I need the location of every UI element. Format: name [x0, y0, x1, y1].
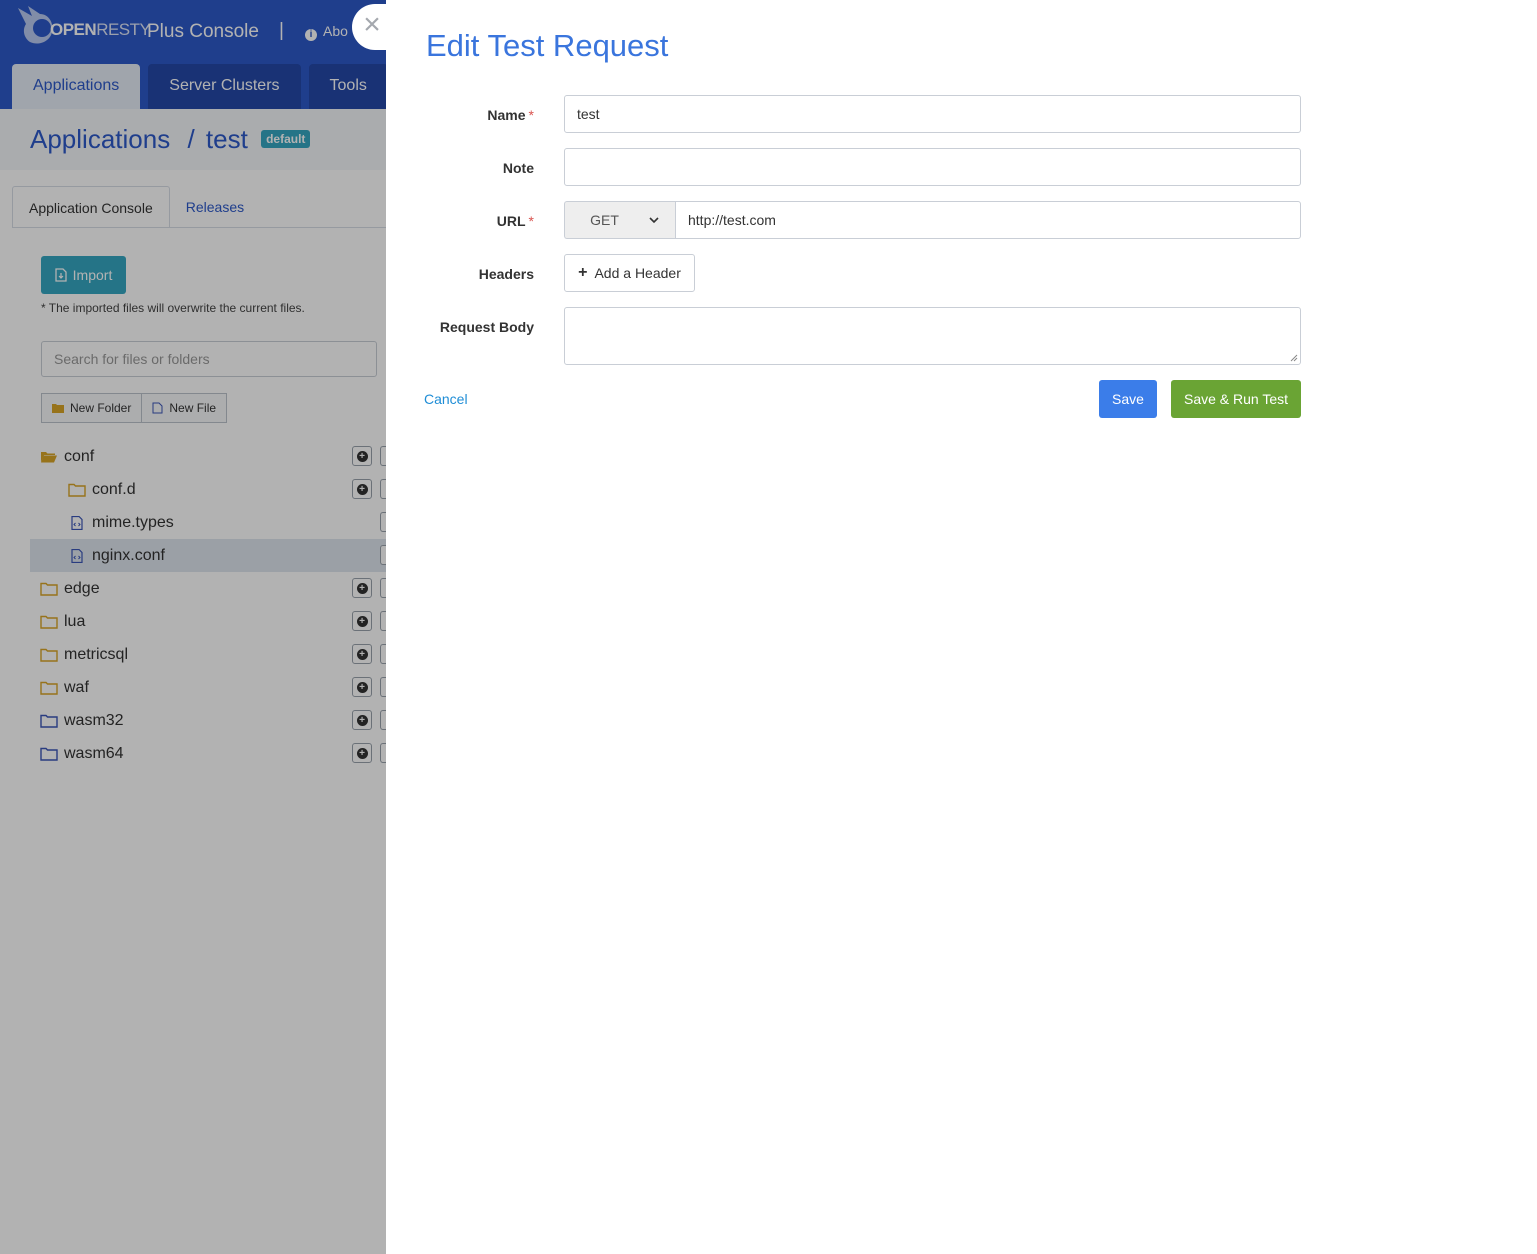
headers-label: Headers [478, 266, 534, 282]
add-header-button[interactable]: + Add a Header [564, 254, 695, 292]
name-field[interactable]: test [564, 95, 1301, 133]
url-field[interactable]: http://test.com [675, 201, 1301, 239]
chevron-down-icon [649, 216, 659, 223]
note-field[interactable] [564, 148, 1301, 186]
close-icon[interactable]: × [360, 9, 384, 41]
request-body-input[interactable] [564, 307, 1301, 365]
cancel-button[interactable]: Cancel [424, 391, 468, 407]
page-title: Edit Test Request [426, 28, 669, 63]
plus-icon: + [578, 264, 588, 281]
resize-grip-icon[interactable] [1289, 353, 1298, 362]
save-button[interactable]: Save [1099, 380, 1157, 418]
url-label: URL * [496, 213, 534, 229]
method-select[interactable]: GET [564, 201, 676, 239]
request-body-label: Request Body [439, 319, 534, 335]
edit-test-request-drawer [386, 0, 1537, 1254]
note-label: Note [502, 160, 534, 176]
modal-backdrop[interactable] [0, 0, 386, 1254]
name-label: Name * [487, 107, 534, 123]
save-run-test-button[interactable]: Save & Run Test [1171, 380, 1301, 418]
